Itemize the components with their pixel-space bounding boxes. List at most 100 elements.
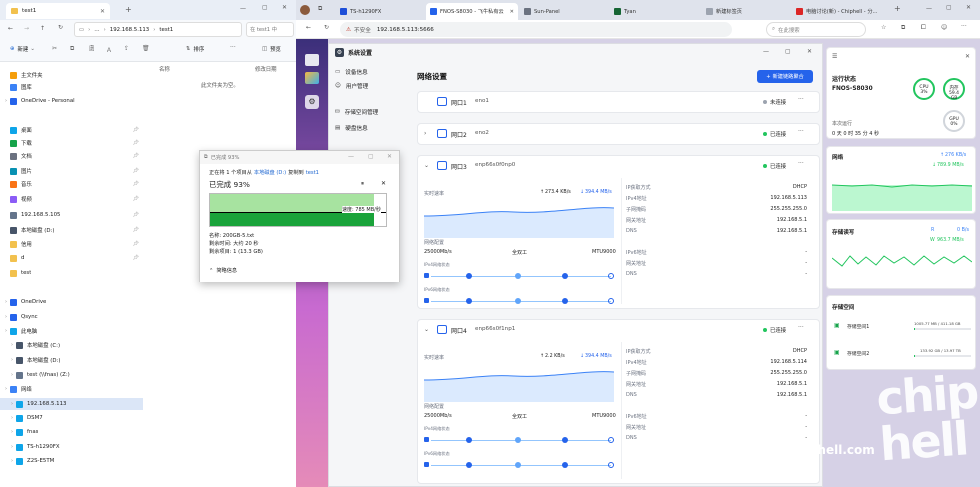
chevron-right-icon[interactable]: › (8, 444, 16, 450)
chevron-right-icon[interactable]: › (8, 429, 16, 435)
extensions-icon[interactable]: ⧠ (921, 24, 926, 32)
nav-item[interactable]: 文档 📌︎ (0, 150, 143, 162)
nav-item[interactable]: › Z2S-E5TM (0, 455, 143, 467)
nav-item[interactable]: 信用 📌︎ (0, 238, 143, 250)
chevron-right-icon[interactable]: › (8, 342, 16, 348)
chevron-right-icon[interactable]: › (424, 130, 426, 137)
minimize-icon[interactable]: — (348, 153, 354, 160)
chevron-right-icon[interactable]: › (8, 357, 16, 363)
minimize-icon[interactable]: — (240, 5, 246, 12)
browser-menu-icon[interactable]: ··· (961, 23, 967, 30)
nav-item[interactable]: 本地磁盘 (D:) 📌︎ (0, 224, 143, 236)
chevron-right-icon[interactable]: › (2, 98, 10, 104)
minimize-icon[interactable]: — (926, 5, 932, 12)
storage2-name[interactable]: 存储空间2 (847, 350, 869, 357)
nav-item[interactable]: 视频 📌︎ (0, 193, 143, 205)
maximize-icon[interactable]: ▢ (946, 4, 952, 11)
close-icon[interactable]: ✕ (100, 8, 105, 15)
forward-icon[interactable]: → (24, 25, 29, 32)
new-tab-icon[interactable]: + (894, 4, 901, 13)
new-button[interactable]: ⊕ 新建 ⌄ (10, 45, 35, 53)
more-icon[interactable]: ··· (230, 44, 236, 51)
back-icon[interactable]: ← (8, 25, 13, 32)
settings-menu-item[interactable]: ⛁ 存储空间管理 (335, 108, 378, 116)
column-modified-header[interactable]: 修改日期 (255, 65, 277, 73)
panel-menu-icon[interactable]: ☰ (832, 53, 837, 60)
copy-icon[interactable]: ⧉ (70, 45, 74, 53)
nav-item[interactable]: › 此电脑 (0, 325, 143, 337)
new-tab-icon[interactable]: + (125, 5, 132, 14)
cut-icon[interactable]: ✂ (52, 45, 57, 52)
up-icon[interactable]: ↑ (40, 25, 45, 32)
maximize-icon[interactable]: ▢ (368, 153, 374, 160)
browser-tab-active[interactable]: FNOS-S8030 - 飞牛私有云 ✕ (426, 3, 518, 20)
more-icon[interactable]: ··· (798, 128, 804, 135)
more-icon[interactable]: ··· (798, 324, 804, 331)
browser-tab[interactable]: TS-h1290FX (336, 3, 424, 20)
nav-item[interactable]: 图片 📌︎ (0, 165, 143, 177)
nav-item[interactable]: › DSM7 (0, 412, 143, 424)
browser-tab[interactable]: Tyan (610, 3, 700, 20)
collections-icon[interactable]: ⧉ (901, 24, 905, 32)
workspaces-icon[interactable]: ⧉ (318, 5, 322, 13)
chevron-right-icon[interactable]: › (2, 386, 10, 392)
nav-item[interactable]: › TS-h1290FX (0, 441, 143, 453)
cancel-button[interactable]: ✕ (381, 180, 386, 187)
browser-tab[interactable]: Sun-Panel (520, 3, 608, 20)
more-icon[interactable]: ··· (798, 160, 804, 167)
browser-search-input[interactable]: ⌕ 在此搜索 (766, 22, 866, 37)
preview-button[interactable]: ◫ 预览 (262, 45, 281, 53)
less-details-button[interactable]: ⌃ 简略信息 (209, 267, 237, 275)
minimize-icon[interactable]: — (763, 48, 769, 55)
nav-item[interactable]: › OneDrive - Personal (0, 95, 143, 107)
browser-tab[interactable]: 电脑讨论(新) - Chiphell - 分... (792, 3, 888, 20)
storage1-name[interactable]: 存储空间1 (847, 323, 869, 330)
close-window-icon[interactable]: ✕ (966, 4, 971, 11)
avatar[interactable] (300, 5, 310, 15)
close-icon[interactable]: ✕ (510, 9, 514, 15)
chevron-right-icon[interactable]: › (2, 299, 10, 305)
rename-icon[interactable]: Ａ (106, 45, 112, 54)
new-bond-button[interactable]: + 新建链路聚合 (757, 70, 813, 83)
settings-app-icon[interactable]: ⚙ (305, 95, 319, 109)
chevron-right-icon[interactable]: › (8, 415, 16, 421)
more-icon[interactable]: ··· (798, 96, 804, 103)
nav-item[interactable]: d 📌︎ (0, 252, 143, 264)
close-window-icon[interactable]: ✕ (282, 4, 287, 11)
nav-item[interactable]: 192.168.5.105 📌︎ (0, 209, 143, 221)
chevron-right-icon[interactable]: › (8, 372, 16, 378)
profile-icon[interactable]: ☺ (941, 24, 947, 31)
breadcrumb[interactable]: ▭ › … › 192.168.5.113 › test1 (74, 22, 242, 37)
delete-icon[interactable]: 🗑︎ (142, 45, 150, 52)
search-input[interactable]: 在 test1 中 (246, 22, 294, 37)
close-icon[interactable]: ✕ (807, 48, 812, 55)
apps-icon[interactable] (305, 72, 319, 84)
sort-button[interactable]: ⇅ 排序 (186, 45, 204, 53)
url-bar[interactable]: ⚠ 不安全 192.168.5.113:5666 (340, 22, 732, 37)
copy-source-link[interactable]: 本地磁盘 (D:) (254, 169, 286, 176)
explorer-tab[interactable]: test1 ✕ (6, 3, 110, 19)
close-panel-icon[interactable]: ✕ (965, 53, 970, 60)
nav-item[interactable]: › fnas (0, 426, 143, 438)
desktop-app-icon[interactable] (305, 54, 319, 66)
nav-item[interactable]: 桌面 📌︎ (0, 124, 143, 136)
share-icon[interactable]: ⇪ (124, 45, 129, 52)
favorites-icon[interactable]: ☆ (881, 24, 886, 31)
nav-item[interactable]: › OneDrive (0, 296, 143, 308)
refresh-icon[interactable]: ↻ (324, 24, 329, 31)
breadcrumb-item[interactable]: 192.168.5.113 (110, 27, 149, 33)
maximize-icon[interactable]: ▢ (785, 48, 791, 55)
maximize-icon[interactable]: ▢ (262, 4, 268, 11)
nav-item[interactable]: 图库 (0, 81, 143, 93)
nav-item[interactable]: › 本地磁盘 (D:) (0, 354, 143, 366)
chevron-down-icon[interactable]: ⌄ (424, 162, 429, 169)
chevron-down-icon[interactable]: ⌄ (424, 326, 429, 333)
browser-tab[interactable]: 新建标签页 (702, 3, 790, 20)
close-icon[interactable]: ✕ (387, 153, 392, 160)
refresh-icon[interactable]: ↻ (58, 24, 63, 31)
nav-item[interactable]: 下载 📌︎ (0, 137, 143, 149)
column-name-header[interactable]: 名称 (159, 65, 170, 73)
chevron-right-icon[interactable]: › (2, 328, 10, 334)
pause-button[interactable]: ⏸ (361, 180, 364, 188)
nav-item[interactable]: › test (\\fnas) (Z:) (0, 369, 143, 381)
